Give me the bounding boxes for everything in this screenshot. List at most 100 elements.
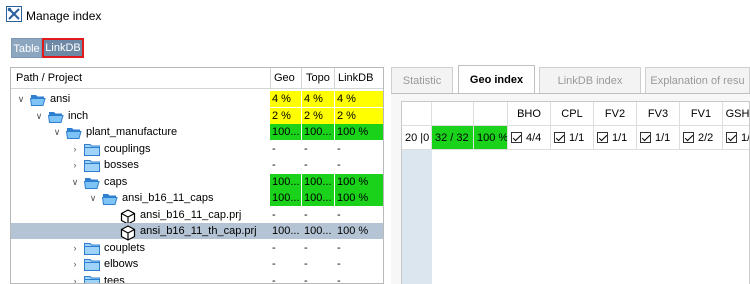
cell-topo: - — [304, 142, 308, 155]
cell-linkdb: 100 % — [337, 225, 369, 237]
check-cell[interactable]: 1/1 — [637, 126, 680, 150]
tab-geo-index[interactable]: Geo index — [458, 65, 535, 94]
chevron-right-icon[interactable]: › — [70, 273, 80, 284]
grid-header-fv2: FV2 — [594, 102, 637, 126]
window-title: Manage index — [26, 9, 102, 23]
cell-topo: - — [304, 258, 308, 270]
tree-row-label: couplings — [104, 142, 151, 155]
tree-row[interactable]: › elbows - - - — [11, 256, 383, 272]
tree-row-label: tees — [104, 274, 125, 284]
open-folder-icon — [83, 176, 100, 189]
tree-row-label: bosses — [104, 159, 139, 171]
ratio-cell: 32 / 32 — [432, 126, 474, 150]
tree-row[interactable]: › bosses - - - — [11, 157, 383, 173]
tree-row[interactable]: › tees - - - — [11, 273, 383, 284]
tree-row-label: inch — [68, 109, 89, 122]
chevron-right-icon[interactable]: › — [70, 256, 80, 272]
open-folder-icon — [65, 126, 82, 139]
chevron-down-icon[interactable]: ∨ — [88, 190, 98, 206]
grid-header-blank-2 — [474, 102, 508, 126]
tree-row[interactable]: ansi_b16_11_cap.prj - - - — [11, 207, 383, 225]
checkbox-checked-icon[interactable] — [554, 132, 565, 143]
cell-geo: - — [272, 208, 276, 221]
cell-linkdb: 100 % — [335, 190, 383, 206]
cell-linkdb: 100 % — [335, 173, 383, 190]
checkbox-checked-icon[interactable] — [640, 132, 651, 143]
tree-row-label: ansi_b16_11_th_cap.prj — [140, 225, 257, 237]
cube-icon — [120, 208, 136, 225]
tab-explanation[interactable]: Explanation of resu — [645, 67, 750, 93]
cell-linkdb: - — [337, 241, 341, 254]
row-id-cell: 20 |0 — [402, 126, 432, 150]
tree-row-label: caps — [104, 175, 128, 188]
tools-icon — [6, 6, 22, 22]
cell-topo: - — [304, 208, 308, 221]
chevron-right-icon[interactable]: › — [70, 240, 80, 256]
tree-row[interactable]: › couplets - - - — [11, 240, 383, 256]
check-count: 1/1 — [569, 132, 585, 144]
folder-icon — [84, 242, 100, 255]
tree-row-label: ansi_b16_11_cap.prj — [140, 208, 242, 221]
title-bar: Manage index — [0, 0, 750, 30]
column-topo[interactable]: Topo — [306, 68, 330, 89]
check-count: 1/ — [741, 132, 750, 144]
cell-topo: 100... — [304, 225, 332, 237]
cell-linkdb: - — [337, 159, 341, 171]
cell-geo: 100... — [270, 124, 301, 140]
cell-linkdb: - — [337, 274, 341, 284]
check-count: 1/1 — [612, 132, 628, 144]
check-count: 4/4 — [526, 132, 542, 144]
geo-index-grid: BHO CPL FV2 FV3 FV1 GSH 20 |0 32 / 32 100 % 4/4 1/… — [401, 101, 750, 284]
check-cell[interactable]: 2/2 — [680, 126, 723, 150]
chevron-down-icon[interactable]: ∨ — [16, 91, 26, 107]
linkdb-view-button[interactable]: LinkDB — [42, 38, 84, 58]
check-cell[interactable]: 4/4 — [508, 126, 551, 150]
check-count: 1/1 — [655, 132, 671, 144]
project-tree[interactable]: Path / Project Geo Topo LinkDB ∨ ansi 4 % 4… — [10, 67, 384, 284]
cell-geo: - — [272, 142, 276, 155]
folder-icon — [84, 275, 100, 283]
column-linkdb[interactable]: LinkDB — [338, 68, 373, 89]
check-cell[interactable]: 1/1 — [594, 126, 637, 150]
tree-row-label: ansi — [50, 93, 71, 105]
tree-row[interactable]: ∨ plant_manufacture 100... 100... 100 % — [11, 124, 383, 140]
check-cell[interactable]: 1/ — [723, 126, 750, 150]
tree-row[interactable]: ∨ ansi_b16_11_caps 100... 100... 100 % — [11, 190, 383, 206]
folder-icon — [84, 143, 100, 156]
tree-row[interactable]: ∨ inch 2 % 2 % 2 % — [11, 107, 383, 124]
cell-topo: - — [304, 274, 308, 284]
chevron-down-icon[interactable]: ∨ — [70, 174, 80, 190]
column-path-project[interactable]: Path / Project — [16, 68, 82, 89]
cell-geo: 4 % — [270, 91, 301, 107]
tree-row[interactable]: ansi_b16_11_th_cap.prj 100... 100... 100 % — [11, 223, 383, 241]
table-view-button[interactable]: Table — [11, 38, 42, 58]
checkbox-checked-icon[interactable] — [726, 132, 737, 143]
chevron-down-icon[interactable]: ∨ — [34, 108, 44, 124]
tree-row[interactable]: ∨ caps 100... 100... 100 % — [11, 173, 383, 190]
percent-cell: 100 % — [474, 126, 508, 150]
cell-geo: 100... — [270, 190, 301, 206]
check-cell[interactable]: 1/1 — [551, 126, 594, 150]
grid-row-header-strip — [402, 150, 432, 284]
chevron-right-icon[interactable]: › — [70, 141, 80, 157]
checkbox-checked-icon[interactable] — [597, 132, 608, 143]
folder-icon — [84, 258, 100, 271]
tree-row-label: elbows — [104, 258, 139, 270]
open-folder-icon — [29, 93, 46, 106]
cell-topo: 4 % — [302, 91, 334, 107]
cell-topo: 100... — [302, 173, 334, 190]
cell-linkdb: 100 % — [335, 124, 383, 140]
checkbox-checked-icon[interactable] — [511, 132, 522, 143]
cell-linkdb: - — [337, 258, 341, 270]
chevron-down-icon[interactable]: ∨ — [52, 124, 62, 140]
checkbox-checked-icon[interactable] — [683, 132, 694, 143]
tree-row[interactable]: ∨ ansi 4 % 4 % 4 % — [11, 91, 383, 107]
tree-row[interactable]: › couplings - - - — [11, 141, 383, 157]
chevron-right-icon[interactable]: › — [70, 157, 80, 173]
open-folder-icon — [47, 110, 64, 123]
tab-linkdb-index[interactable]: LinkDB index — [539, 67, 641, 93]
grid-header-cpl: CPL — [551, 102, 594, 126]
column-geo[interactable]: Geo — [274, 68, 295, 89]
cell-geo: - — [272, 274, 276, 284]
tab-statistic[interactable]: Statistic — [391, 67, 453, 93]
